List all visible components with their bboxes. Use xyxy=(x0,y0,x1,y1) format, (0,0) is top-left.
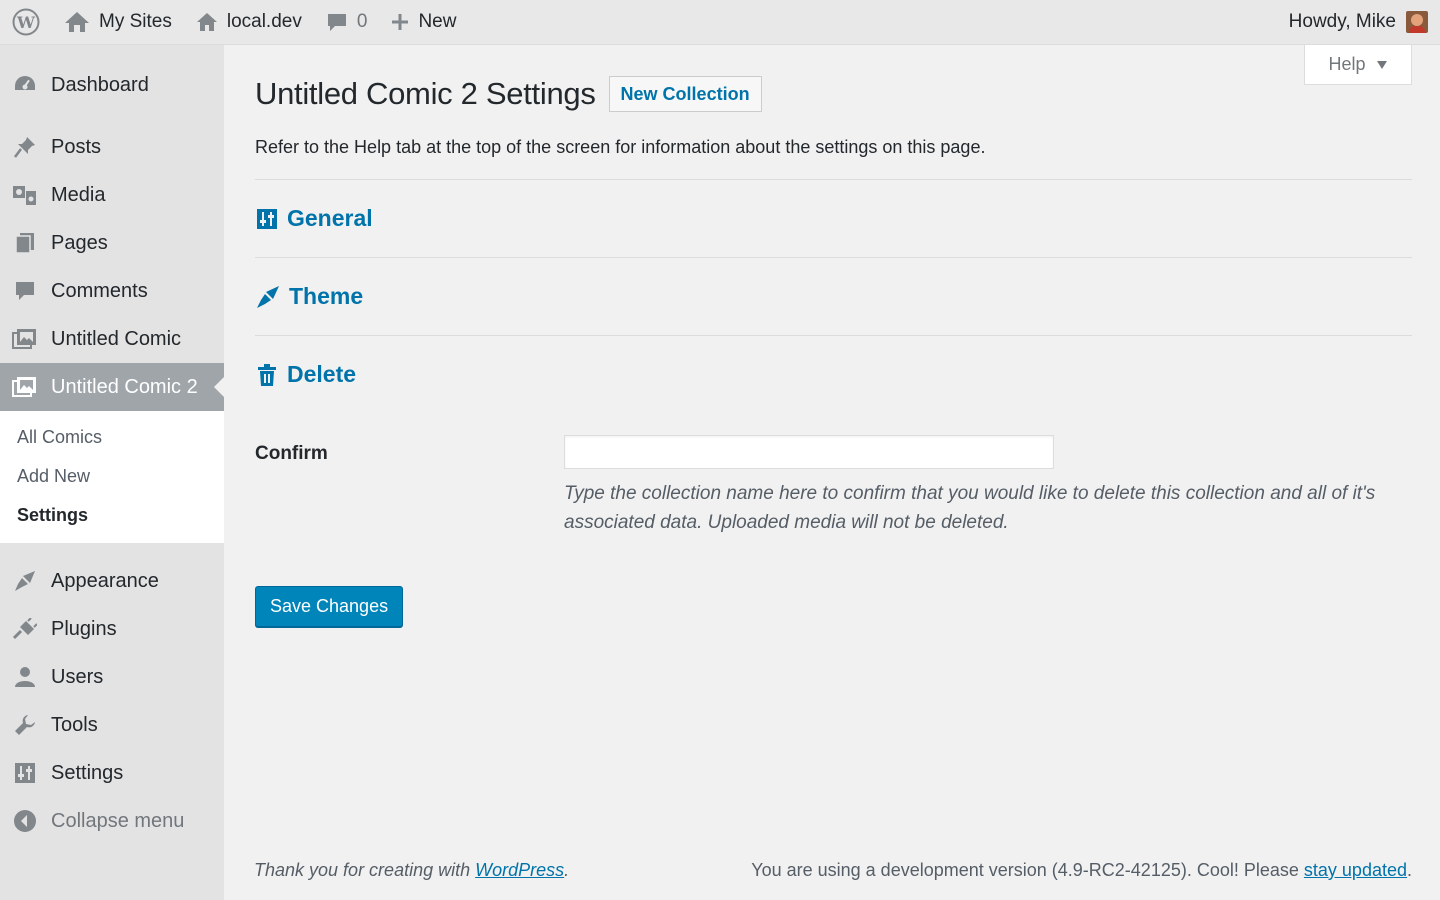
pushpin-icon xyxy=(12,134,38,160)
footer-left-prefix: Thank you for creating with xyxy=(254,860,476,880)
sliders-icon xyxy=(257,208,277,229)
paintbrush-icon xyxy=(257,285,279,308)
sidebar-item-label: Posts xyxy=(51,135,102,158)
sidebar-item-posts[interactable]: Posts xyxy=(0,123,224,171)
admin-sidebar: Dashboard Posts Media Pages Comments Unt… xyxy=(0,45,224,900)
sidebar-item-label: Media xyxy=(51,183,106,206)
confirm-field: Type the collection name here to confirm… xyxy=(564,435,1412,537)
comments-count: 0 xyxy=(356,11,368,32)
submenu-add-new[interactable]: Add New xyxy=(0,457,224,496)
site-name-menu[interactable]: local.dev xyxy=(184,0,314,45)
section-delete[interactable]: Delete xyxy=(255,335,1412,413)
section-theme-label: Theme xyxy=(289,283,364,309)
sidebar-item-label: Users xyxy=(51,665,104,688)
paintbrush-icon xyxy=(12,568,38,594)
admin-bar: W My Sites local.dev 0 New Howdy, Mike xyxy=(0,0,1440,45)
stay-updated-link[interactable]: stay updated xyxy=(1304,860,1407,880)
my-sites-label: My Sites xyxy=(99,11,172,32)
collapse-menu-label: Collapse menu xyxy=(51,809,185,832)
site-name-label: local.dev xyxy=(226,11,302,32)
sidebar-item-label: Appearance xyxy=(51,569,159,592)
sidebar-item-label: Dashboard xyxy=(51,73,149,96)
sidebar-item-label: Pages xyxy=(51,231,108,254)
new-label: New xyxy=(418,11,457,32)
trash-icon xyxy=(258,363,276,386)
submenu-all-comics[interactable]: All Comics xyxy=(0,418,224,457)
comic-icon xyxy=(12,374,38,400)
collapse-menu-button[interactable]: Collapse menu xyxy=(0,797,224,845)
media-icon xyxy=(12,182,38,208)
sidebar-item-untitled-comic[interactable]: Untitled Comic xyxy=(0,315,224,363)
comic-icon xyxy=(12,326,38,352)
svg-text:W: W xyxy=(16,13,36,32)
sidebar-item-tools[interactable]: Tools xyxy=(0,701,224,749)
sliders-icon xyxy=(12,760,38,786)
user-account-menu[interactable]: Howdy, Mike xyxy=(1277,0,1440,45)
comic-submenu: All Comics Add New Settings xyxy=(0,411,224,543)
footer-left-suffix: . xyxy=(564,860,570,880)
collapse-arrow-icon xyxy=(12,808,38,834)
sidebar-item-label: Settings xyxy=(51,761,124,784)
comment-icon xyxy=(12,278,38,304)
comments-menu[interactable]: 0 xyxy=(314,0,380,45)
new-content-menu[interactable]: New xyxy=(379,0,468,45)
avatar xyxy=(1406,11,1428,33)
dashboard-icon xyxy=(12,72,38,98)
wrench-icon xyxy=(12,712,38,738)
wordpress-link[interactable]: WordPress xyxy=(475,860,564,880)
section-general[interactable]: General xyxy=(255,179,1412,257)
sidebar-item-plugins[interactable]: Plugins xyxy=(0,605,224,653)
sidebar-item-label: Plugins xyxy=(51,617,117,640)
sidebar-item-appearance[interactable]: Appearance xyxy=(0,557,224,605)
user-icon xyxy=(12,664,38,690)
my-sites-menu[interactable]: My Sites xyxy=(52,0,184,45)
sidebar-item-users[interactable]: Users xyxy=(0,653,224,701)
sidebar-item-dashboard[interactable]: Dashboard xyxy=(0,61,224,109)
plug-icon xyxy=(12,616,38,642)
confirm-row: Confirm Type the collection name here to… xyxy=(255,435,1412,537)
sidebar-item-settings[interactable]: Settings xyxy=(0,749,224,797)
footer-right-suffix: . xyxy=(1406,860,1412,880)
sidebar-item-label: Comments xyxy=(51,279,148,302)
title-row: Untitled Comic 2 Settings New Collection xyxy=(255,74,1412,114)
section-delete-label: Delete xyxy=(287,361,357,387)
section-theme[interactable]: Theme xyxy=(255,257,1412,335)
wordpress-icon: W xyxy=(12,8,40,36)
sidebar-item-comments[interactable]: Comments xyxy=(0,267,224,315)
footer-version: You are using a development version (4.9… xyxy=(751,860,1412,881)
footer-right-prefix: You are using a development version (4.9… xyxy=(751,860,1304,880)
comment-bubble-icon xyxy=(327,14,346,31)
home-icon xyxy=(196,13,217,31)
new-collection-button[interactable]: New Collection xyxy=(608,76,762,112)
intro-text: Refer to the Help tab at the top of the … xyxy=(255,137,986,157)
sidebar-item-media[interactable]: Media xyxy=(0,171,224,219)
settings-sections: General Theme Delete xyxy=(255,179,1412,413)
page-title: Untitled Comic 2 Settings xyxy=(255,76,596,111)
section-general-label: General xyxy=(287,205,373,231)
submenu-settings[interactable]: Settings xyxy=(0,496,224,535)
sidebar-item-label: Untitled Comic xyxy=(51,327,182,350)
wordpress-logo-button[interactable]: W xyxy=(0,0,52,45)
sidebar-item-label: Untitled Comic 2 xyxy=(51,375,198,398)
howdy-label: Howdy, Mike xyxy=(1288,11,1396,32)
sidebar-item-label: Tools xyxy=(51,713,98,736)
confirm-input[interactable] xyxy=(564,435,1054,469)
plus-icon xyxy=(392,14,409,30)
sites-icon xyxy=(65,12,89,32)
save-changes-button[interactable]: Save Changes xyxy=(255,586,404,627)
confirm-label: Confirm xyxy=(255,443,328,464)
sidebar-item-pages[interactable]: Pages xyxy=(0,219,224,267)
footer: Thank you for creating with WordPress. Y… xyxy=(254,860,1412,881)
footer-thankyou: Thank you for creating with WordPress. xyxy=(254,860,569,881)
main-content: Untitled Comic 2 Settings New Collection… xyxy=(255,45,1412,627)
pages-icon xyxy=(12,230,38,256)
confirm-description: Type the collection name here to confirm… xyxy=(564,483,1376,533)
sidebar-item-untitled-comic-2[interactable]: Untitled Comic 2 xyxy=(0,363,224,411)
